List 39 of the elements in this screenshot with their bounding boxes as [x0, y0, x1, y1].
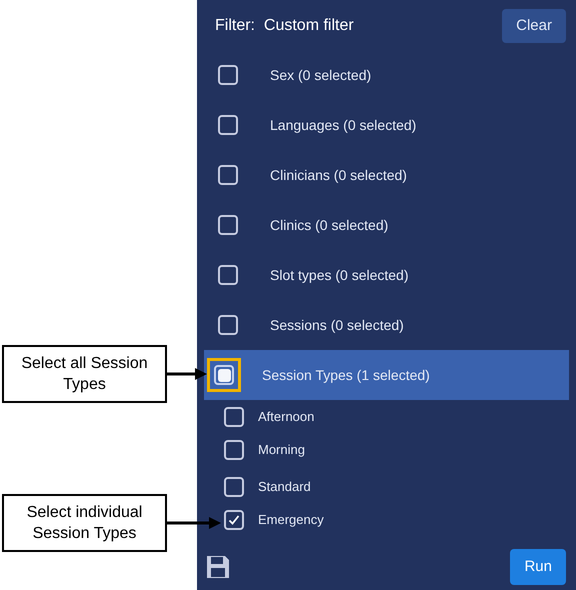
category-label: Languages (0 selected): [270, 116, 416, 135]
category-label: Session Types (1 selected): [262, 366, 430, 385]
category-label: Clinics (0 selected): [270, 216, 388, 235]
filter-category-row[interactable]: Languages (0 selected): [204, 100, 569, 150]
checkbox[interactable]: [224, 406, 244, 426]
category-label: Sex (0 selected): [270, 66, 372, 85]
category-label: Slot types (0 selected): [270, 266, 409, 285]
session-type-label: Standard: [258, 478, 311, 496]
checkbox[interactable]: [218, 265, 238, 285]
category-label: Sessions (0 selected): [270, 316, 404, 335]
session-type-label: Emergency: [258, 510, 324, 529]
filter-category-row[interactable]: Sex (0 selected): [204, 50, 569, 100]
checkmark-icon: [228, 514, 240, 526]
checkbox[interactable]: [218, 315, 238, 335]
arrow-icon: [167, 368, 207, 380]
save-icon[interactable]: [205, 554, 231, 580]
checkbox[interactable]: [224, 510, 244, 530]
checkbox[interactable]: [218, 165, 238, 185]
session-type-label: Morning: [258, 440, 305, 459]
filter-category-row[interactable]: Sessions (0 selected): [204, 300, 569, 350]
filter-category-row[interactable]: Session Types (1 selected): [204, 350, 569, 400]
callout-box: Select all Session Types: [2, 345, 167, 403]
filter-category-row[interactable]: Slot types (0 selected): [204, 250, 569, 300]
arrow-icon: [167, 517, 221, 529]
partial-fill-icon: [218, 368, 230, 382]
filter-category-row[interactable]: Clinicians (0 selected): [204, 150, 569, 200]
category-label: Clinicians (0 selected): [270, 166, 407, 185]
checkbox[interactable]: [224, 440, 244, 460]
checkbox[interactable]: [218, 115, 238, 135]
clear-button[interactable]: Clear: [502, 8, 566, 44]
run-button[interactable]: Run: [510, 548, 566, 585]
callout-box: Select individual Session Types: [2, 494, 167, 552]
session-type-label: Afternoon: [258, 408, 314, 426]
checkbox[interactable]: [224, 476, 244, 496]
filter-category-row[interactable]: Clinics (0 selected): [204, 200, 569, 250]
filter-title: Filter: Custom filter: [215, 16, 354, 36]
checkbox[interactable]: [218, 215, 238, 235]
checkbox[interactable]: [218, 65, 238, 85]
checkbox[interactable]: [214, 365, 234, 385]
